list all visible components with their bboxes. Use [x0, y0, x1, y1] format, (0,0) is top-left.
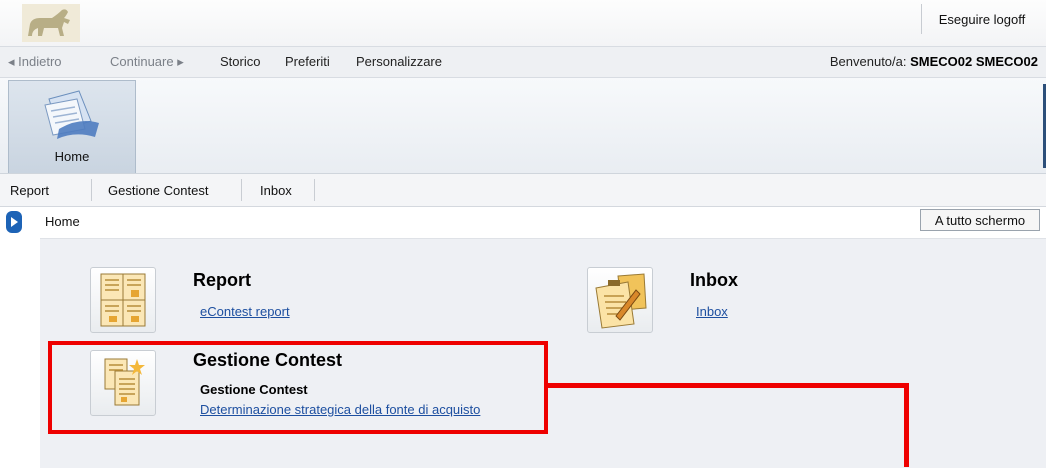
- inbox-tile-title: Inbox: [690, 270, 738, 290]
- back-button[interactable]: ◂ Indietro: [8, 54, 62, 70]
- subnav-item-inbox[interactable]: Inbox: [260, 183, 292, 198]
- forward-button[interactable]: Continuare ▸: [110, 54, 184, 70]
- inbox-tile-icon[interactable]: [587, 267, 653, 333]
- home-tab[interactable]: Home: [8, 80, 136, 173]
- welcome-text: Benvenuto/a: SMECO02 SMECO02: [830, 54, 1038, 69]
- navigation-bar: ◂ Indietro Continuare ▸ Storico Preferit…: [0, 47, 1046, 78]
- fullscreen-button[interactable]: A tutto schermo: [920, 209, 1040, 231]
- subnav-divider: [91, 179, 92, 201]
- logoff-button[interactable]: Eseguire logoff: [921, 4, 1042, 34]
- highlight-box: [48, 341, 548, 434]
- inbox-clipboard-icon: [595, 273, 647, 329]
- sub-navigation: Report Gestione Contest Inbox: [0, 174, 1046, 207]
- customize-link[interactable]: Personalizzare: [356, 54, 442, 69]
- home-documents-icon: [44, 90, 99, 139]
- company-logo: [22, 4, 80, 42]
- home-tab-label: Home: [54, 149, 90, 164]
- welcome-user: SMECO02 SMECO02: [910, 54, 1038, 69]
- econtest-report-link[interactable]: eContest report: [200, 304, 290, 319]
- report-tile-title: Report: [193, 270, 251, 290]
- report-icon: [100, 273, 146, 327]
- top-header: Eseguire logoff: [0, 0, 1046, 47]
- subnav-divider: [241, 179, 242, 201]
- expand-arrow-icon[interactable]: [6, 211, 22, 233]
- breadcrumb-bar: Home A tutto schermo: [0, 207, 1046, 235]
- report-tile-icon[interactable]: [90, 267, 156, 333]
- favorites-link[interactable]: Preferiti: [285, 54, 330, 69]
- welcome-prefix: Benvenuto/a:: [829, 54, 907, 69]
- breadcrumb: Home: [45, 214, 80, 229]
- inbox-link[interactable]: Inbox: [696, 304, 728, 319]
- subnav-item-report[interactable]: Report: [10, 183, 49, 198]
- subnav-item-gestione-contest[interactable]: Gestione Contest: [108, 183, 208, 198]
- highlight-connector: [548, 383, 908, 388]
- highlight-connector: [904, 383, 909, 467]
- subnav-divider: [314, 179, 315, 201]
- history-link[interactable]: Storico: [220, 54, 260, 69]
- ribbon: Home: [0, 78, 1046, 174]
